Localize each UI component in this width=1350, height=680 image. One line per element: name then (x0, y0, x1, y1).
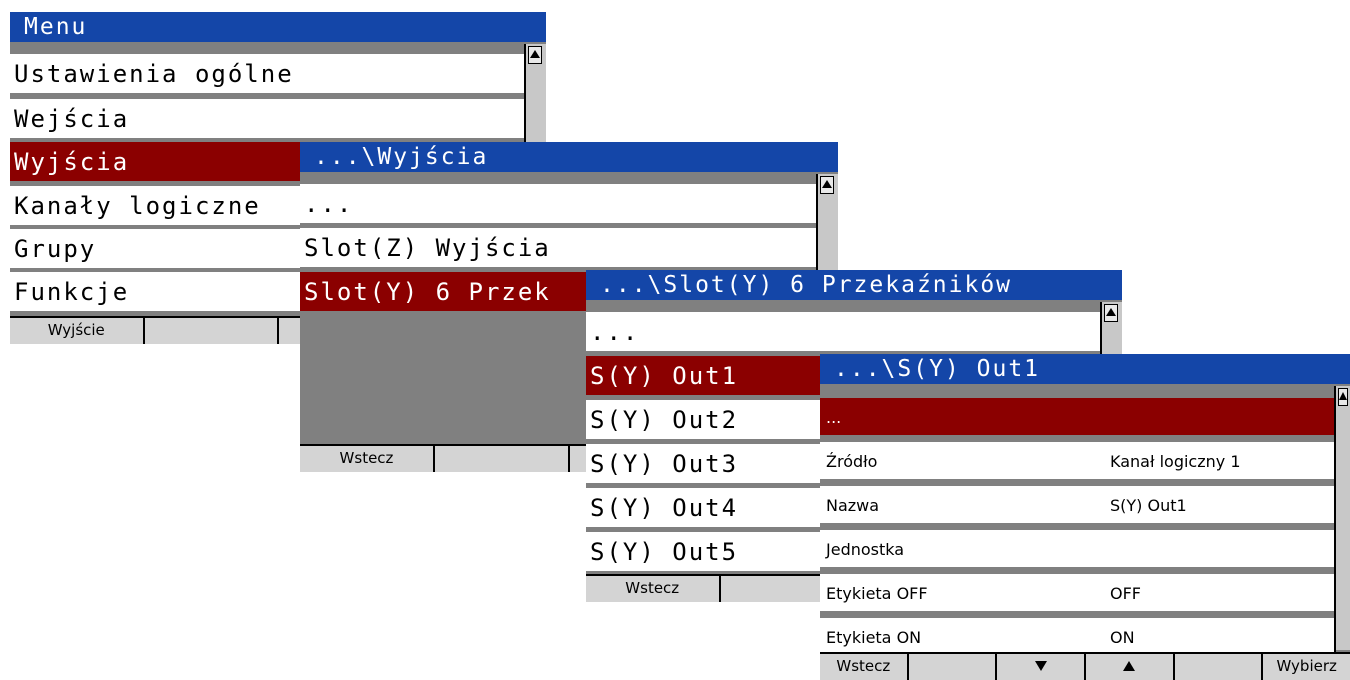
scroll-up-arrow-icon[interactable] (1338, 388, 1348, 406)
out1-row-unit[interactable]: Jednostka (820, 530, 1336, 570)
menu-item-inputs[interactable]: Wejścia (10, 99, 526, 141)
up-arrow-icon (1123, 661, 1136, 671)
out1-title: ...\S(Y) Out1 (820, 354, 1350, 384)
scroll-up-arrow-icon[interactable] (528, 46, 542, 64)
exit-button[interactable]: Wyjście (10, 318, 145, 344)
row-value: Kanał logiczny 1 (1110, 452, 1241, 471)
row-value: S(Y) Out1 (1110, 496, 1187, 515)
select-button[interactable]: Wybierz (1263, 654, 1350, 680)
out1-footer: Wstecz Wybierz (820, 652, 1350, 680)
out1-blank-softkey[interactable] (908, 654, 998, 680)
out1-blank-softkey-2[interactable] (1174, 654, 1264, 680)
out1-row-name[interactable]: Nazwa S(Y) Out1 (820, 486, 1336, 526)
out1-row-label-off[interactable]: Etykieta OFF OFF (820, 574, 1336, 614)
relays-title: ...\Slot(Y) 6 Przekaźników (586, 270, 1122, 300)
outputs-item-up[interactable]: ... (300, 184, 818, 226)
row-key: ... (826, 408, 842, 427)
outputs-blank-softkey[interactable] (435, 446, 570, 472)
menu-title: Menu (10, 12, 546, 42)
out1-down-button[interactable] (997, 654, 1087, 680)
back-button[interactable]: Wstecz (586, 576, 721, 602)
back-button[interactable]: Wstecz (820, 654, 909, 680)
scroll-up-arrow-icon[interactable] (1104, 304, 1118, 322)
out1-row-source[interactable]: Źródło Kanał logiczny 1 (820, 442, 1336, 482)
outputs-item-slot-z[interactable]: Slot(Z) Wyjścia (300, 228, 818, 270)
out1-row-up[interactable]: ... (820, 398, 1336, 438)
menu-blank-softkey[interactable] (144, 318, 279, 344)
out1-scrollbar[interactable] (1334, 386, 1350, 650)
back-button[interactable]: Wstecz (300, 446, 435, 472)
outputs-title: ...\Wyjścia (300, 142, 838, 172)
row-key: Nazwa (826, 496, 880, 515)
row-value: OFF (1110, 584, 1141, 603)
row-key: Źródło (826, 452, 878, 471)
relays-item-up[interactable]: ... (586, 312, 1102, 354)
menu-item-general-settings[interactable]: Ustawienia ogólne (10, 54, 526, 96)
row-key: Jednostka (826, 540, 905, 559)
out1-up-button[interactable] (1086, 654, 1175, 680)
out1-window: ...\S(Y) Out1 ... Źródło Kanał logiczny … (820, 354, 1350, 680)
scroll-up-arrow-icon[interactable] (820, 176, 834, 194)
row-key: Etykieta OFF (826, 584, 928, 603)
down-arrow-icon (1034, 661, 1047, 671)
